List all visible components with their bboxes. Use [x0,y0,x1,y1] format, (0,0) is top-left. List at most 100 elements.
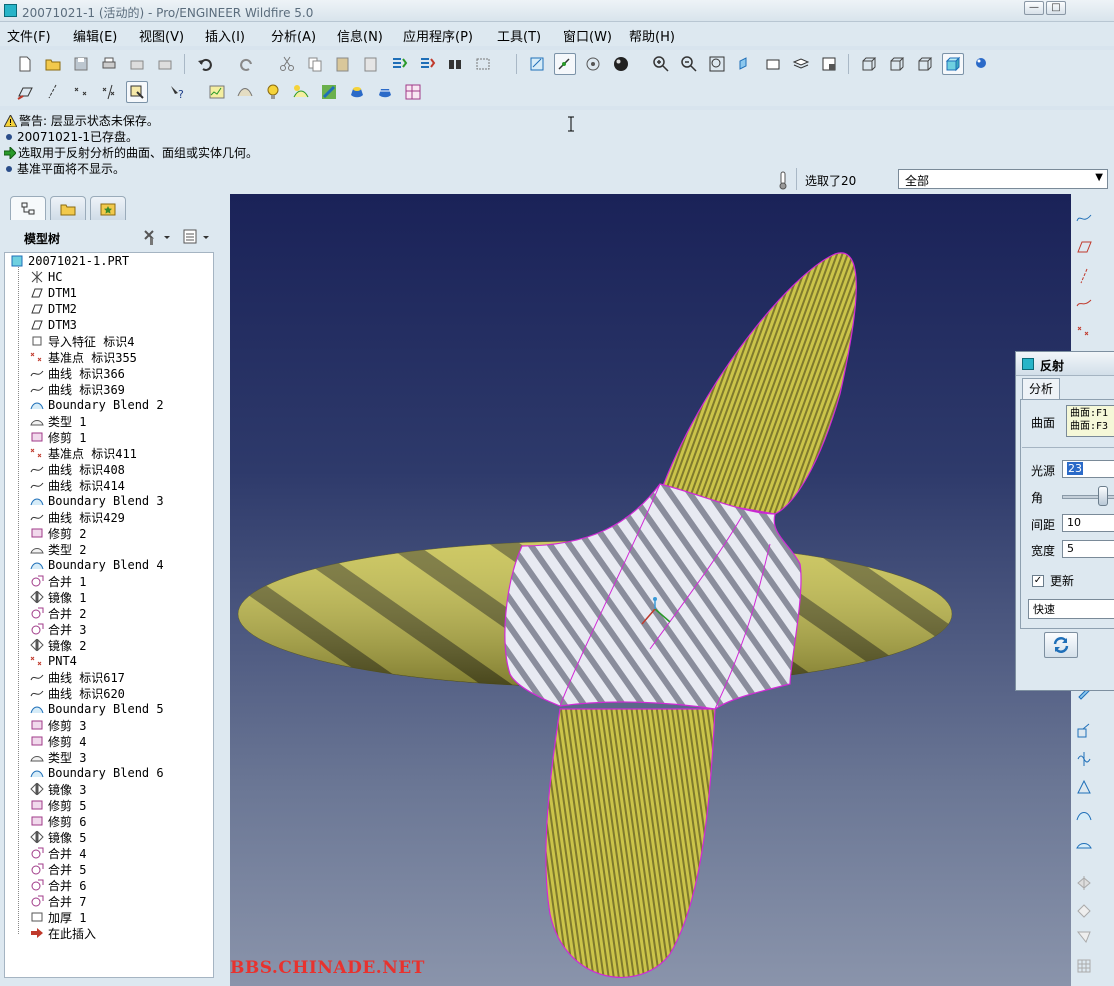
layers-icon[interactable] [790,53,812,75]
tree-root-item[interactable]: 20071021-1.PRT [10,253,129,269]
menu-file[interactable]: 文件(F) [7,26,51,45]
menu-view[interactable]: 视图(V) [139,26,184,45]
tree-item[interactable]: 修剪 1 [30,429,86,445]
open-folder-icon[interactable] [42,53,64,75]
tree-item[interactable]: Boundary Blend 3 [30,493,164,509]
refresh-button[interactable] [1044,632,1078,658]
tree-item[interactable]: 合并 5 [30,861,86,877]
send-attachment-icon[interactable] [154,53,176,75]
mirror-icon[interactable] [1073,748,1095,770]
shading-mode-icon[interactable] [942,53,964,75]
tree-item[interactable]: Boundary Blend 2 [30,397,164,413]
wireframe-icon[interactable] [858,53,880,75]
reflection-analysis-icon[interactable] [290,81,312,103]
paste-special-icon[interactable] [360,53,382,75]
tree-item[interactable]: 合并 1 [30,573,86,589]
menu-insert[interactable]: 插入(I) [205,26,245,45]
datum-point-icon[interactable] [1073,320,1095,342]
analysis-graph-icon[interactable] [206,81,228,103]
new-file-icon[interactable] [14,53,36,75]
surface-mesh-icon[interactable] [402,81,424,103]
tree-item[interactable]: 合并 2 [30,605,86,621]
spacing-field[interactable]: 10 [1062,514,1114,532]
context-help-icon[interactable]: ? [166,81,188,103]
tree-item[interactable]: 类型 2 [30,541,86,557]
tree-item[interactable]: 修剪 3 [30,717,86,733]
menu-help[interactable]: 帮助(H) [629,26,675,45]
tree-item[interactable]: DTM2 [30,301,77,317]
surface-collector[interactable]: 曲面:F1 曲面:F3 [1066,405,1114,437]
saved-views-icon[interactable] [762,53,784,75]
print-icon[interactable] [98,53,120,75]
paste-icon[interactable] [332,53,354,75]
spin-center-icon[interactable] [554,53,576,75]
zoom-out-icon[interactable] [678,53,700,75]
csys-display-icon[interactable] [98,81,120,103]
tree-item[interactable]: 合并 6 [30,877,86,893]
tree-item[interactable]: 修剪 4 [30,733,86,749]
tree-item[interactable]: 曲线 标识369 [30,381,125,397]
zoom-in-icon[interactable] [650,53,672,75]
hidden-line-icon[interactable] [886,53,908,75]
copy-icon[interactable] [304,53,326,75]
reorient-icon[interactable] [734,53,756,75]
trim-disabled-icon[interactable] [1073,926,1095,948]
menu-analysis[interactable]: 分析(A) [271,26,316,45]
menu-applications[interactable]: 应用程序(P) [403,26,473,45]
datum-axis-icon[interactable] [1073,265,1095,287]
draft-analysis-icon[interactable] [346,81,368,103]
orient-mode-icon[interactable] [582,53,604,75]
repaint-icon[interactable] [526,53,548,75]
tree-item[interactable]: 在此插入 [30,925,96,941]
undo-icon[interactable] [194,53,216,75]
tree-item[interactable]: 修剪 5 [30,797,86,813]
tab-analysis[interactable]: 分析 [1022,378,1060,400]
menu-edit[interactable]: 编辑(E) [73,26,117,45]
datum-curve-icon[interactable] [1073,292,1095,314]
boundary-blend-icon[interactable] [1073,804,1095,826]
tree-item[interactable]: 类型 1 [30,413,86,429]
thermometer-icon[interactable] [776,170,790,190]
menu-window[interactable]: 窗口(W) [563,26,612,45]
tab-folder-browser[interactable] [50,196,86,220]
no-hidden-icon[interactable] [914,53,936,75]
tree-item[interactable]: 镜像 3 [30,781,86,797]
curvature-analysis-icon[interactable] [234,81,256,103]
tree-item[interactable]: 曲线 标识414 [30,477,125,493]
tree-item[interactable]: 导入特征 标识4 [30,333,134,349]
tree-item[interactable]: 曲线 标识366 [30,365,125,381]
tree-item[interactable]: DTM3 [30,317,77,333]
tree-item[interactable]: 类型 3 [30,749,86,765]
tree-item[interactable]: 合并 7 [30,893,86,909]
save-icon[interactable] [70,53,92,75]
tree-settings-icon[interactable] [142,228,172,246]
enhanced-realism-icon[interactable] [970,53,992,75]
tree-item[interactable]: 镜像 2 [30,637,86,653]
regen-manager-icon[interactable] [416,53,438,75]
tree-item[interactable]: Boundary Blend 4 [30,557,164,573]
tree-item[interactable]: 合并 3 [30,621,86,637]
tree-item[interactable]: 修剪 6 [30,813,86,829]
surface-item[interactable]: 曲面:F1 [1070,407,1114,420]
datum-plane-display-icon[interactable] [14,81,36,103]
slope-analysis-icon[interactable] [374,81,396,103]
extend-icon[interactable] [1073,776,1095,798]
annotation-display-icon[interactable] [126,81,148,103]
mode-dropdown[interactable]: 快速 [1028,599,1114,619]
tree-display-menu-icon[interactable] [182,228,212,246]
tree-item[interactable]: 曲线 标识620 [30,685,125,701]
tree-item[interactable]: 镜像 1 [30,589,86,605]
tree-item[interactable]: 加厚 1 [30,909,86,925]
light-source-field[interactable]: 23 [1062,460,1114,478]
tree-item[interactable]: 基准点 标识411 [30,445,137,461]
tab-favorites[interactable] [90,196,126,220]
surface-icon[interactable] [1073,832,1095,854]
selection-filter-dropdown[interactable]: 全部 ▼ [898,169,1108,189]
merge-disabled-icon[interactable] [1073,900,1095,922]
menu-info[interactable]: 信息(N) [337,26,383,45]
width-field[interactable]: 5 [1062,540,1114,558]
mirror-disabled-icon[interactable] [1073,872,1095,894]
update-checkbox[interactable]: ✓ [1032,574,1044,587]
tree-item[interactable]: PNT4 [30,653,77,669]
offset-icon[interactable] [1073,720,1095,742]
